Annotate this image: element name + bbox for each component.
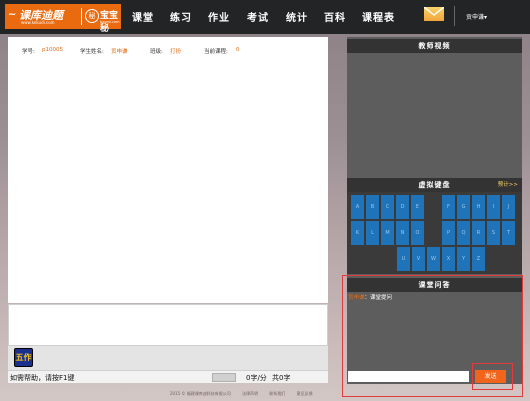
key-u[interactable]: U: [397, 247, 410, 271]
teacher-video-header: 教师视频: [347, 39, 522, 53]
footer-link-legal[interactable]: 法律声明: [242, 391, 258, 396]
key-r[interactable]: R: [472, 221, 485, 245]
nav-item-practice[interactable]: 练习: [170, 9, 192, 24]
nav-item-classroom[interactable]: 课堂: [132, 9, 154, 24]
key-p[interactable]: P: [442, 221, 455, 245]
teacher-video-title: 教师视频: [418, 42, 451, 50]
keyboard-title: 虚拟键盘: [418, 181, 451, 189]
nav-item-encyclopedia[interactable]: 百科: [324, 9, 346, 24]
highlight-box-send: [472, 363, 513, 390]
logo[interactable]: ~ 课库迪题 www.kekudi.com 秘 宝宝秘 baomi.com: [5, 4, 121, 34]
nav-item-schedule[interactable]: 课程表: [362, 9, 395, 24]
typed-count: 共0字: [272, 374, 291, 382]
key-k[interactable]: K: [351, 221, 364, 245]
help-hint: 如需帮助，请按F1键: [10, 374, 75, 382]
key-x[interactable]: X: [442, 247, 455, 271]
footer-link-feedback[interactable]: 意见反馈: [297, 391, 313, 396]
nav-item-statistics[interactable]: 统计: [286, 9, 308, 24]
brand-url-1: www.kekudi.com: [21, 20, 55, 25]
student-id-value: p10005: [42, 47, 63, 53]
key-o[interactable]: O: [411, 221, 424, 245]
key-i[interactable]: I: [487, 195, 500, 219]
student-name-value: 贡申谦: [111, 49, 128, 55]
class-label: 班级:: [150, 49, 163, 55]
key-l[interactable]: L: [366, 221, 379, 245]
user-menu[interactable]: 贡申谦▾: [466, 12, 487, 21]
status-bar: 如需帮助，请按F1键 0字/分 共0字: [8, 370, 328, 383]
scrollbar-thumb[interactable]: [212, 373, 236, 382]
top-bar: ~ 课库迪题 www.kekudi.com 秘 宝宝秘 baomi.com 课堂…: [0, 0, 530, 34]
key-n[interactable]: N: [396, 221, 409, 245]
keyboard-header: 虚拟键盘 预计>>: [347, 178, 522, 192]
divider: [454, 6, 455, 26]
key-a[interactable]: A: [351, 195, 364, 219]
nav-item-homework[interactable]: 作业: [208, 9, 230, 24]
current-course-label: 当前课程:: [204, 49, 228, 55]
key-e[interactable]: E: [411, 195, 424, 219]
student-id-label: 学号:: [22, 49, 35, 55]
brand-logo-baomi: 秘 宝宝秘 baomi.com: [83, 4, 121, 34]
keyboard-more-link[interactable]: 预计>>: [498, 178, 518, 192]
footer: 2015 © 福建课库迪科技有限公司 法律声明 联系我们 意见反馈: [170, 391, 323, 397]
typing-speed: 0字/分: [246, 374, 267, 382]
class-value: 打扮: [170, 49, 182, 55]
typing-display-panel: 学号: p10005 学生姓名: 贡申谦 班级: 打扮 当前课程: 0: [8, 37, 328, 303]
footer-link-contact[interactable]: 联系我们: [269, 391, 285, 396]
key-c[interactable]: C: [381, 195, 394, 219]
teacher-video-area: [347, 53, 522, 177]
key-m[interactable]: M: [381, 221, 394, 245]
footer-copyright: 2015 © 福建课库迪科技有限公司: [170, 391, 231, 396]
brand-logo-kekudi: ~ 课库迪题 www.kekudi.com: [5, 4, 81, 29]
key-w[interactable]: W: [427, 247, 440, 271]
key-y[interactable]: Y: [457, 247, 470, 271]
logo-mark-icon: ~: [8, 9, 17, 20]
current-course-value: 0: [236, 47, 240, 53]
mail-icon[interactable]: [424, 7, 444, 21]
key-z[interactable]: Z: [472, 247, 485, 271]
wubi-input-icon[interactable]: 五作: [14, 348, 33, 367]
tool-strip: 五作: [8, 346, 328, 370]
logo-divider: [81, 8, 82, 25]
key-g[interactable]: G: [457, 195, 470, 219]
student-name-label: 学生姓名:: [80, 49, 104, 55]
typing-input-area[interactable]: [8, 304, 328, 346]
brand-circle-icon: 秘: [85, 9, 99, 23]
key-t[interactable]: T: [502, 221, 515, 245]
key-s[interactable]: S: [487, 221, 500, 245]
key-f[interactable]: F: [442, 195, 455, 219]
key-b[interactable]: B: [366, 195, 379, 219]
key-q[interactable]: Q: [457, 221, 470, 245]
key-j[interactable]: J: [502, 195, 515, 219]
key-h[interactable]: H: [472, 195, 485, 219]
brand-url-2: baomi.com: [100, 20, 120, 24]
key-v[interactable]: V: [412, 247, 425, 271]
key-d[interactable]: D: [396, 195, 409, 219]
virtual-keyboard: A B C D E F G H I J K L M N O P Q R S T …: [347, 192, 522, 274]
nav-item-exam[interactable]: 考试: [247, 9, 269, 24]
